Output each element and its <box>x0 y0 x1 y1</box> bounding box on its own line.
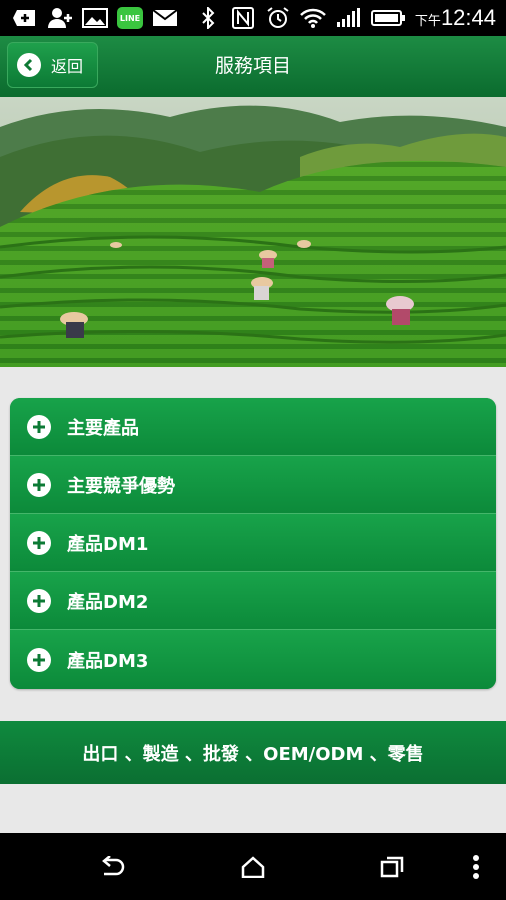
menu-item-label: 產品DM1 <box>67 533 149 555</box>
alarm-icon <box>265 7 291 29</box>
recents-icon[interactable] <box>362 833 422 900</box>
add-contact-icon <box>47 7 73 29</box>
battery-icon <box>370 7 406 29</box>
wifi-icon <box>300 7 326 29</box>
menu-item-dm2[interactable]: 產品DM2 <box>10 572 496 630</box>
nfc-icon <box>230 7 256 29</box>
status-bar: LINE 下午12:44 <box>0 0 506 36</box>
chevron-left-icon <box>17 53 41 77</box>
menu-item-main-products[interactable]: 主要產品 <box>10 398 496 456</box>
home-icon[interactable] <box>223 833 283 900</box>
add-box-icon <box>12 7 38 29</box>
plus-icon <box>27 530 51 555</box>
menu-item-label: 產品DM2 <box>67 591 149 613</box>
menu-item-label: 產品DM3 <box>67 650 149 672</box>
menu-item-label: 主要競爭優勢 <box>67 475 175 497</box>
overflow-menu-icon[interactable] <box>446 833 506 900</box>
menu-item-dm3[interactable]: 產品DM3 <box>10 630 496 689</box>
back-label: 返回 <box>51 57 84 76</box>
tea-plantation-banner <box>0 97 506 367</box>
image-icon <box>82 7 108 29</box>
plus-icon <box>27 647 51 672</box>
service-menu: 主要產品 主要競爭優勢 產品DM1 產品DM2 產品DM3 <box>10 398 496 689</box>
menu-item-label: 主要產品 <box>67 417 139 439</box>
clock: 12:44 <box>440 5 496 30</box>
mail-icon <box>152 7 178 29</box>
back-button[interactable]: 返回 <box>7 42 98 88</box>
plus-icon <box>27 472 51 497</box>
line-app-icon: LINE <box>117 7 143 29</box>
menu-item-competitive-advantages[interactable]: 主要競爭優勢 <box>10 456 496 514</box>
back-icon[interactable] <box>82 833 142 900</box>
plus-icon <box>27 414 51 439</box>
menu-item-dm1[interactable]: 產品DM1 <box>10 514 496 572</box>
business-scope-banner: 出口 、製造 、批發 、OEM/ODM 、零售 <box>0 721 506 784</box>
system-nav-bar <box>0 833 506 900</box>
time-prefix: 下午 <box>414 14 441 29</box>
bluetooth-icon <box>195 7 221 29</box>
signal-icon <box>335 7 361 29</box>
app-bar: 返回 服務項目 <box>0 36 506 97</box>
plus-icon <box>27 588 51 613</box>
